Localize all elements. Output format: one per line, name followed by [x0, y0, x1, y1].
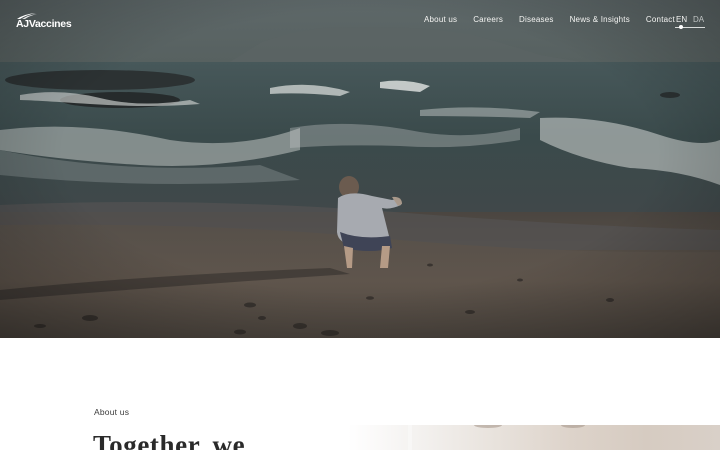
- logo[interactable]: AJVaccines: [16, 12, 72, 30]
- logo-text: AJVaccines: [16, 18, 72, 30]
- language-option-da[interactable]: DA: [693, 15, 704, 24]
- language-toggle-knob[interactable]: [679, 25, 683, 29]
- hero-beach-image: [0, 0, 720, 338]
- nav-item-about-us[interactable]: About us: [424, 15, 457, 24]
- about-heading: Together, we: [93, 430, 246, 450]
- nav-item-careers[interactable]: Careers: [473, 15, 503, 24]
- about-eyebrow: About us: [94, 407, 130, 417]
- nav-item-diseases[interactable]: Diseases: [519, 15, 554, 24]
- hero-banner: AJVaccines About us Careers Diseases New…: [0, 0, 720, 338]
- language-switcher[interactable]: EN DA: [675, 15, 705, 29]
- language-option-en[interactable]: EN: [676, 15, 687, 24]
- main-nav: About us Careers Diseases News & Insight…: [424, 15, 691, 24]
- nav-item-contact[interactable]: Contact: [646, 15, 675, 24]
- about-face-image: [408, 425, 585, 450]
- nav-item-news-insights[interactable]: News & Insights: [570, 15, 630, 24]
- about-photo: [348, 425, 720, 450]
